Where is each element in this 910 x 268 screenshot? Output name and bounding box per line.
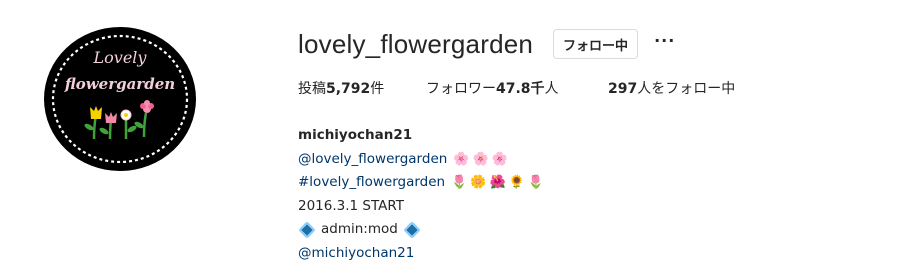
posts-number: 5,792 — [326, 81, 371, 97]
bio-mention-link[interactable]: @lovely_flowergarden — [298, 148, 447, 172]
bio-admin-text: admin:mod — [321, 221, 398, 237]
following-number: 297 — [608, 81, 638, 97]
following-label: 人をフォロー中 — [637, 81, 736, 97]
following-link[interactable]: 297 人をフォロー中 — [608, 78, 735, 98]
avatar-text-line1: Lovely — [93, 48, 148, 67]
followers-number: 47.8千 — [496, 81, 545, 97]
cherry-blossom-icon: 🌸 — [491, 151, 508, 167]
profile-stats: 投稿 5,792 件 フォロワー 47.8千人 297 人をフォロー中 — [298, 78, 735, 98]
followers-label: フォロワー — [426, 81, 496, 97]
avatar-image: Lovely flowergarden — [44, 27, 196, 171]
profile-username: lovely_flowergarden — [298, 28, 534, 59]
bio-hashtag-link[interactable]: #lovely_flowergarden — [298, 171, 445, 195]
posts-count: 投稿 5,792 件 — [298, 78, 426, 98]
bio-name: michiyochan21 — [298, 127, 413, 143]
followers-link[interactable]: フォロワー 47.8千人 — [426, 78, 608, 98]
profile-avatar[interactable]: Lovely flowergarden — [44, 27, 196, 171]
profile-bio: michiyochan21 @lovely_flowergarden 🌸 🌸 🌸… — [298, 124, 544, 265]
cherry-blossom-icon: 🌸 — [453, 151, 470, 167]
bio-start-text: 2016.3.1 START — [298, 197, 405, 214]
tulip-icon: 🌷 — [527, 175, 545, 190]
sunflower-icon: 🌻 — [508, 175, 525, 190]
diamond-icon — [298, 221, 316, 239]
posts-unit: 件 — [370, 81, 385, 97]
more-options-icon[interactable]: ··· — [654, 33, 675, 55]
avatar-text-line2: flowergarden — [64, 75, 175, 93]
hibiscus-icon: 🌺 — [489, 175, 506, 190]
profile-header: lovely_flowergarden フォロー中 ··· — [298, 26, 675, 62]
tulip-icon: 🌷 — [451, 175, 468, 190]
diamond-icon — [403, 221, 421, 239]
blossom-icon: 🌼 — [470, 175, 487, 190]
cherry-blossom-icon: 🌸 — [472, 151, 489, 167]
bio-mention-link-2[interactable]: @michiyochan21 — [298, 242, 414, 266]
followers-unit: 人 — [544, 81, 559, 97]
posts-label: 投稿 — [298, 81, 326, 97]
following-button[interactable]: フォロー中 — [553, 29, 639, 59]
